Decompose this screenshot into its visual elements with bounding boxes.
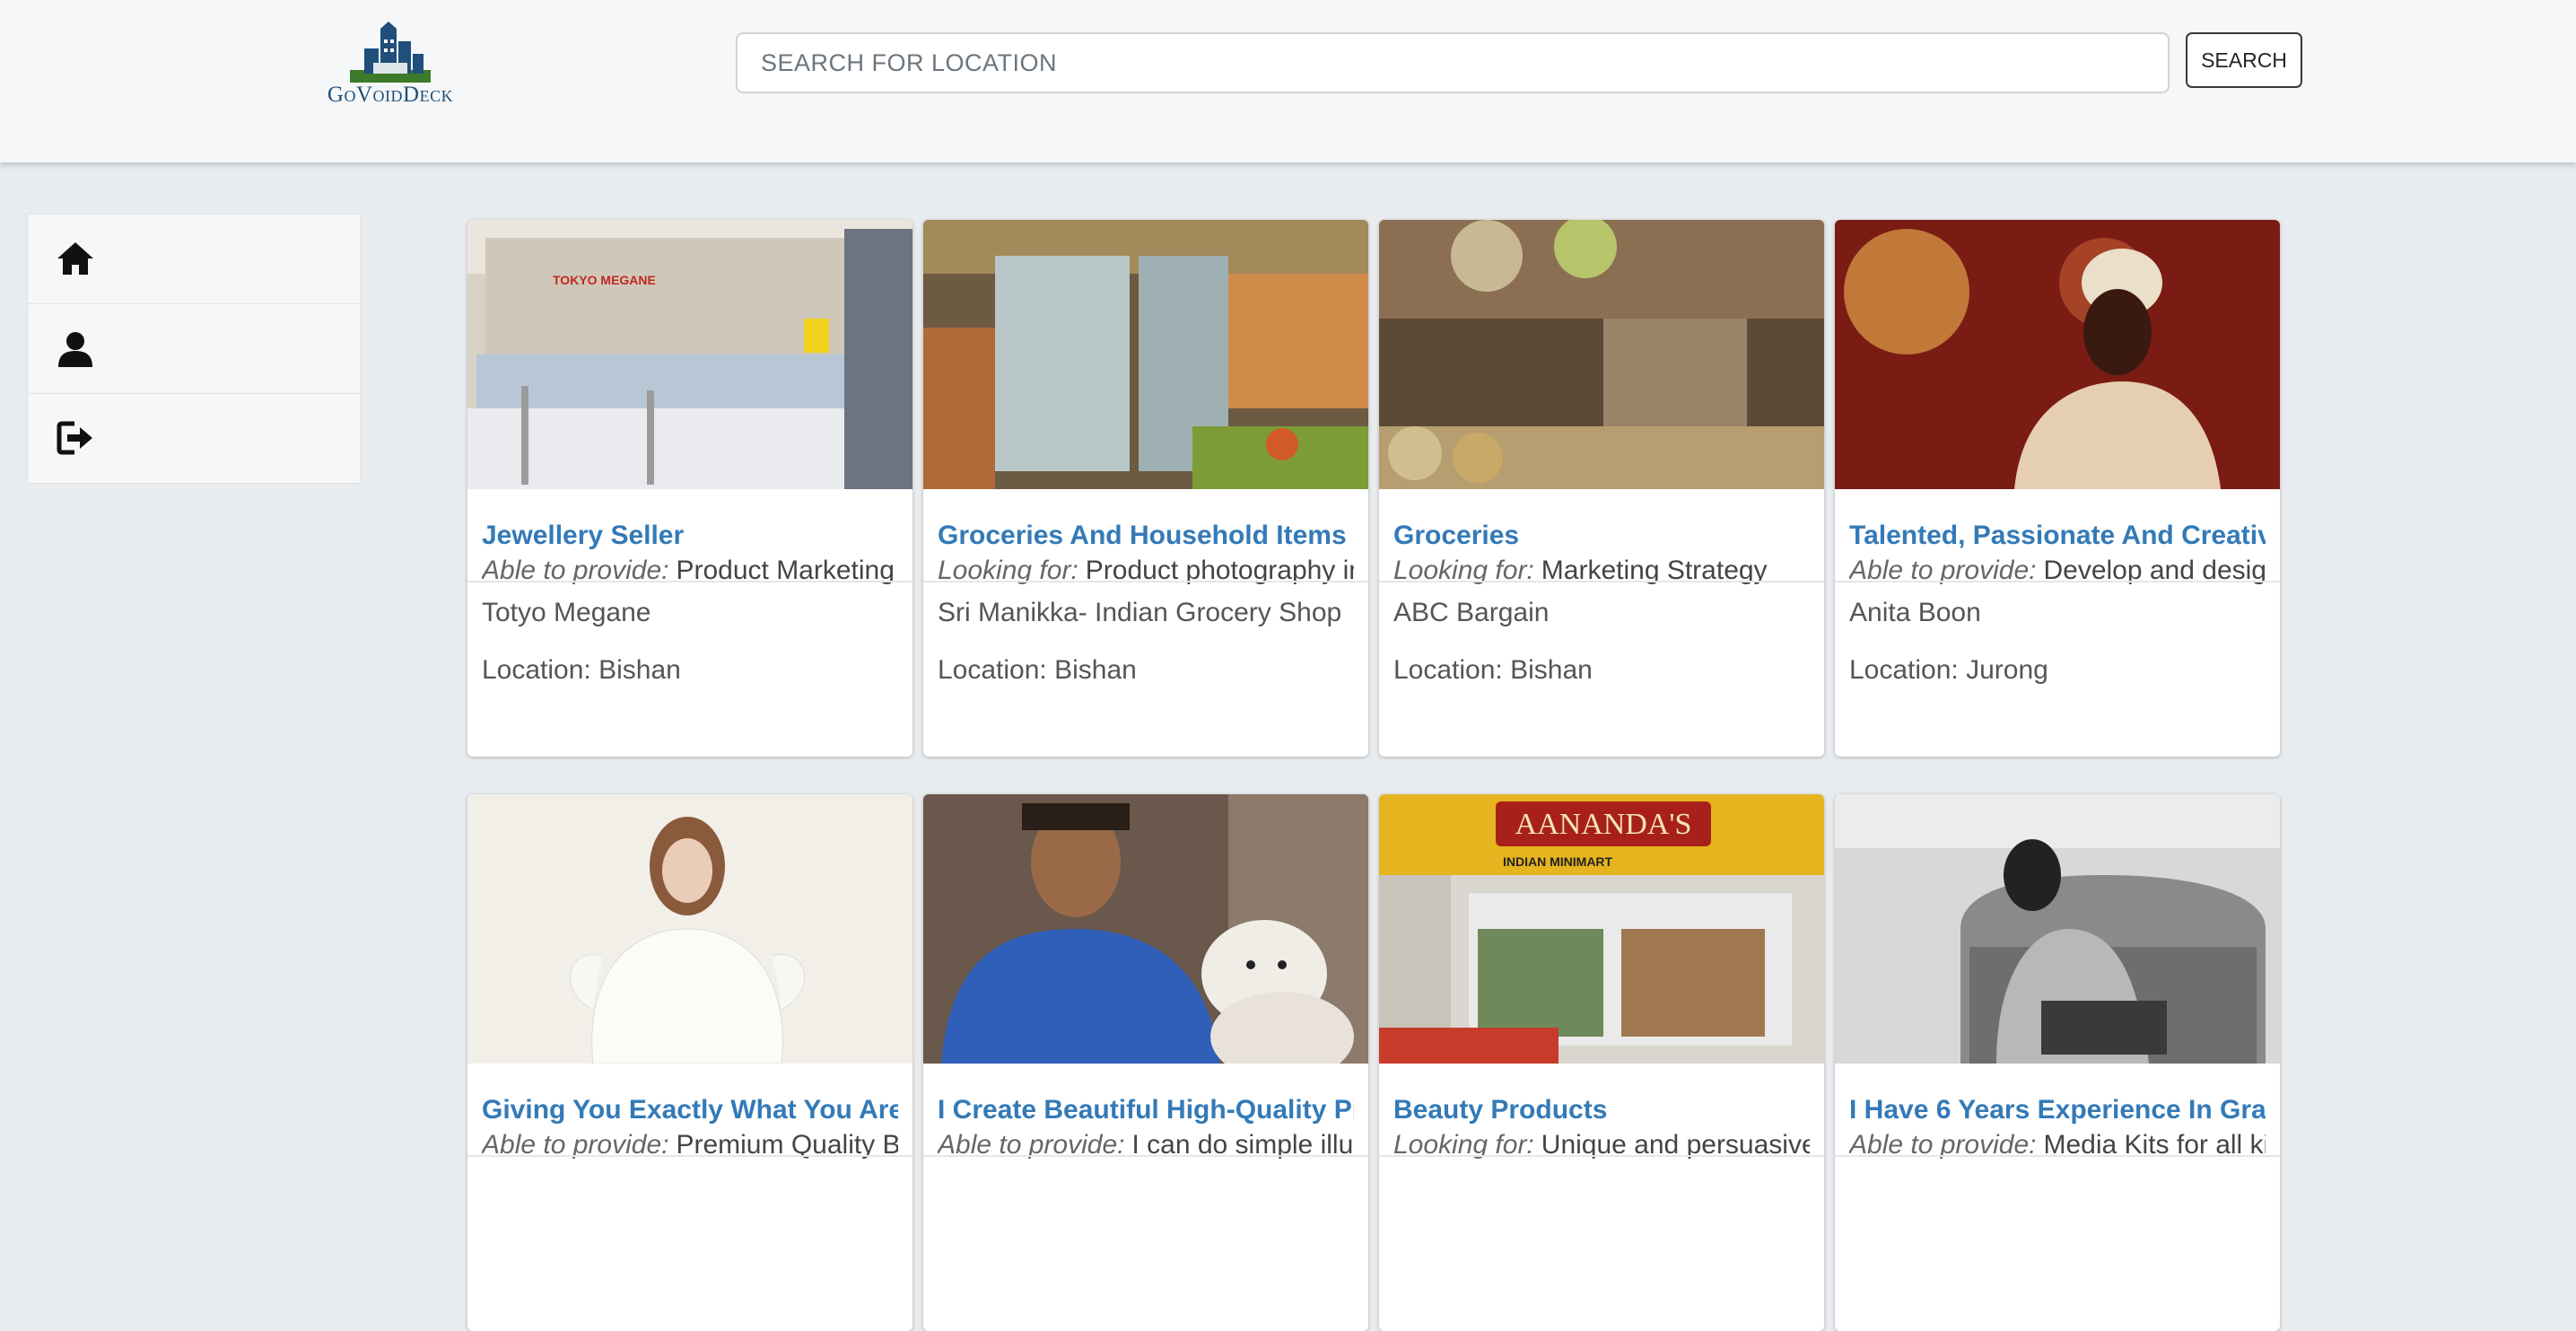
card-title[interactable]: Giving You Exactly What You Are Lo	[482, 1093, 898, 1127]
shop-sign-subtext: INDIAN MINIMART	[1503, 854, 1613, 869]
listing-card[interactable]: AANANDA'S INDIAN MINIMART Beauty Product…	[1379, 794, 1824, 1331]
card-footer: Sri Manikka- Indian Grocery Shop Locatio…	[923, 581, 1368, 688]
minimart-photo: AANANDA'S INDIAN MINIMART	[1379, 794, 1824, 1064]
card-title[interactable]: Groceries And Household Items	[938, 519, 1354, 553]
listing-card[interactable]: Giving You Exactly What You Are Lo Able …	[467, 794, 913, 1331]
card-footer: Totyo Megane Location: Bishan	[467, 581, 913, 688]
sidebar	[27, 214, 361, 484]
card-location: Location: Bishan	[482, 655, 681, 685]
listing-card[interactable]: TOKYO MEGANE Jewellery Seller Able to pr…	[467, 220, 913, 757]
card-footer: ABC Bargain Location: Bishan	[1379, 581, 1824, 688]
card-title[interactable]: Jewellery Seller	[482, 519, 898, 553]
card-owner: Totyo Megane	[482, 598, 651, 627]
grocery-store-photo	[1379, 220, 1824, 489]
sidebar-item-logout[interactable]	[28, 394, 360, 483]
listing-card[interactable]: Groceries And Household Items Looking fo…	[923, 220, 1368, 757]
card-location: Location: Bishan	[938, 655, 1137, 685]
card-location: Location: Bishan	[1393, 655, 1593, 685]
top-navbar: GoVoidDeck SEARCH	[0, 0, 2576, 162]
sidebar-item-profile[interactable]	[28, 304, 360, 394]
card-owner: Sri Manikka- Indian Grocery Shop	[938, 598, 1342, 627]
card-title[interactable]: I Have 6 Years Experience In Graphi	[1849, 1093, 2266, 1127]
grocery-shelves-photo	[923, 220, 1368, 489]
card-title[interactable]: Beauty Products	[1393, 1093, 1810, 1127]
shop-sign-text: AANANDA'S	[1515, 808, 1692, 841]
card-owner: Anita Boon	[1849, 598, 1981, 627]
card-footer: Anita Boon Location: Jurong	[1835, 581, 2280, 688]
card-footer	[1835, 1155, 2280, 1191]
woman-white-photo	[467, 794, 913, 1064]
man-dog-photo	[923, 794, 1368, 1064]
listing-card[interactable]: I Create Beautiful High-Quality Pict Abl…	[923, 794, 1368, 1331]
card-owner: ABC Bargain	[1393, 598, 1550, 627]
listing-card[interactable]: Talented, Passionate And Creative I Able…	[1835, 220, 2280, 757]
logout-icon	[57, 421, 92, 455]
portrait-red-photo	[1835, 220, 2280, 489]
card-footer	[467, 1155, 913, 1191]
card-title[interactable]: Groceries	[1393, 519, 1810, 553]
jewellery-shop-photo: TOKYO MEGANE	[467, 220, 913, 489]
listing-card[interactable]: Groceries Looking for: Marketing Strategy…	[1379, 220, 1824, 757]
search-button[interactable]: SEARCH	[2186, 32, 2302, 88]
card-title[interactable]: Talented, Passionate And Creative I	[1849, 519, 2266, 553]
listing-card[interactable]: I Have 6 Years Experience In Graphi Able…	[1835, 794, 2280, 1331]
user-icon	[58, 332, 92, 367]
card-title[interactable]: I Create Beautiful High-Quality Pict	[938, 1093, 1354, 1127]
govoiddeck-logo[interactable]: GoVoidDeck	[316, 22, 465, 108]
bw-sofa-photo	[1835, 794, 2280, 1064]
card-location: Location: Jurong	[1849, 655, 2048, 685]
sidebar-item-home[interactable]	[28, 215, 360, 304]
shop-sign-text: TOKYO MEGANE	[553, 273, 656, 287]
card-footer	[923, 1155, 1368, 1191]
listing-grid: TOKYO MEGANE Jewellery Seller Able to pr…	[467, 220, 2283, 1331]
search-input[interactable]	[736, 32, 2170, 93]
city-skyline-icon	[350, 22, 431, 83]
logo-text: GoVoidDeck	[327, 83, 454, 107]
card-footer	[1379, 1155, 1824, 1191]
home-icon	[57, 242, 93, 275]
